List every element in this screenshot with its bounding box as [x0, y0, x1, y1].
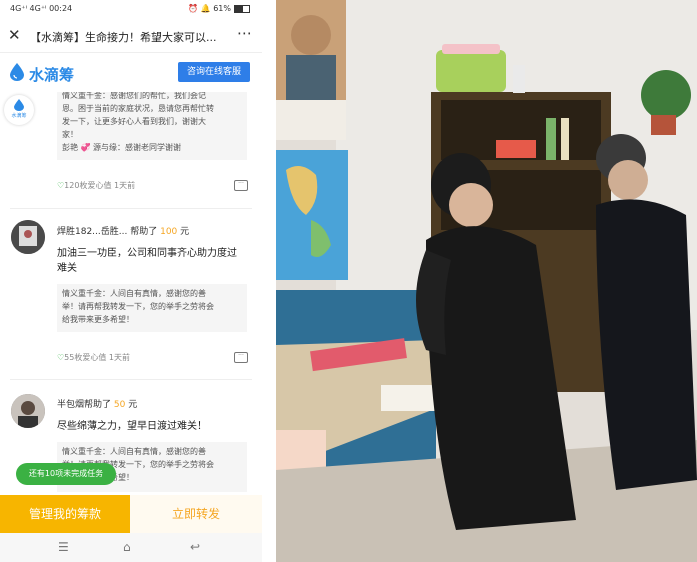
- system-nav-bar: ☰ ⌂ ↩: [0, 533, 262, 562]
- brand-side-badge[interactable]: 水滴筹: [4, 95, 34, 125]
- message-line: 加油三一功臣，公司和同事齐心助力度过: [57, 248, 237, 259]
- donor-name: 焊胜182...岳胜...: [57, 227, 128, 237]
- back-icon[interactable]: ↩: [190, 540, 200, 554]
- quote-line: 彭艳 💞 源与缘：感谢老同学谢谢: [62, 143, 182, 152]
- share-now-button[interactable]: 立即转发: [130, 495, 262, 533]
- status-right: ⏰ 🔔 61%: [188, 4, 250, 13]
- item-meta: ♡55枚爱心值 1天前: [57, 352, 130, 363]
- amount-unit: 元: [180, 227, 190, 237]
- phone-screen: 4G⁺ᴵ 4G⁺ᴵ 00:24 ⏰ 🔔 61% ✕ 【水滴筹】生命接力！希望大家…: [0, 0, 262, 562]
- battery-icon: [234, 4, 250, 13]
- brand-bar: 水滴筹 咨询在线客服: [0, 54, 262, 92]
- donation-photo: [276, 0, 697, 562]
- side-badge-label: 水滴筹: [11, 113, 27, 119]
- divider: [10, 379, 252, 380]
- photo-illustration: [276, 0, 697, 562]
- quote-line: 给我带来更多希望！: [62, 315, 134, 324]
- bottom-action-bar: 管理我的筹款 立即转发: [0, 495, 262, 533]
- time-ago: 1天前: [114, 181, 136, 190]
- status-left: 4G⁺ᴵ 4G⁺ᴵ 00:24: [10, 4, 72, 13]
- quote-line: 恩。困于当前的家庭状况，恳请您再帮忙转: [62, 104, 214, 113]
- signal: 4G⁺ᴵ 4G⁺ᴵ: [10, 4, 47, 13]
- amount-unit: 元: [128, 400, 138, 410]
- water-drop-icon: [10, 63, 24, 81]
- quote-line: 家！: [62, 130, 78, 139]
- manage-fundraising-button[interactable]: 管理我的筹款: [0, 495, 130, 533]
- love-count: 55枚爱心值: [64, 353, 107, 362]
- love-count: 120枚爱心值: [64, 181, 112, 190]
- item-meta: ♡120枚爱心值 1天前: [57, 180, 135, 191]
- donor-line: 焊胜182...岳胜... 帮助了 100 元: [57, 224, 189, 237]
- close-icon[interactable]: ✕: [8, 26, 21, 44]
- status-time: 00:24: [49, 4, 73, 13]
- donation-amount: 50: [113, 400, 126, 410]
- quote-line: 情义重千金：人间自有真情，感谢您的善: [62, 289, 206, 298]
- quote-line: 举！请再帮我转发一下，您的举手之劳将会: [62, 302, 214, 311]
- quote-line: 情义重千金：感谢您们的帮忙，我们会记: [62, 92, 206, 100]
- message-line: 尽些绵薄之力，望早日渡过难关！: [57, 421, 207, 432]
- reply-quote: 情义重千金：感谢您们的帮忙，我们会记 恩。困于当前的家庭状况，恳请您再帮忙转 发…: [57, 92, 247, 160]
- avatar[interactable]: [11, 220, 45, 254]
- divider: [10, 208, 252, 209]
- menu-icon[interactable]: ☰: [58, 540, 69, 554]
- brand-name: 水滴筹: [29, 66, 75, 84]
- quote-line: 情义重千金：人间自有真情，感谢您的善: [62, 447, 206, 456]
- support-feed: 情义重千金：感谢您们的帮忙，我们会记 恩。困于当前的家庭状况，恳请您再帮忙转 发…: [0, 92, 262, 492]
- task-toast[interactable]: 还有10项未完成任务: [16, 463, 116, 485]
- donor-message: 尽些绵薄之力，望早日渡过难关！: [57, 419, 252, 434]
- comment-icon[interactable]: ···: [234, 352, 248, 363]
- page-title: 【水滴筹】生命接力！希望大家可以...: [30, 31, 217, 44]
- avatar[interactable]: [11, 394, 45, 428]
- donor-name: 半包烟帮助了: [57, 400, 112, 410]
- quote-line: 发一下，让更多好心人看到我们，谢谢大: [62, 117, 206, 126]
- donor-line: 半包烟帮助了 50 元: [57, 397, 137, 410]
- online-service-button[interactable]: 咨询在线客服: [178, 62, 250, 82]
- status-icons: ⏰ 🔔 61%: [188, 4, 231, 13]
- donation-amount: 100: [160, 227, 178, 237]
- message-line: 难关: [57, 263, 77, 274]
- water-drop-icon: [14, 99, 24, 111]
- comment-icon[interactable]: ···: [234, 180, 248, 191]
- reply-quote: 情义重千金：人间自有真情，感谢您的善 举！请再帮我转发一下，您的举手之劳将会 给…: [57, 284, 247, 332]
- helped-label: 帮助了: [130, 227, 158, 237]
- time-ago: 1天前: [108, 353, 130, 362]
- more-icon[interactable]: ⋯: [237, 24, 252, 42]
- title-bar: ✕ 【水滴筹】生命接力！希望大家可以... ⋯: [0, 20, 262, 53]
- avatar-image: [11, 220, 45, 254]
- donor-message: 加油三一功臣，公司和同事齐心助力度过 难关: [57, 246, 252, 276]
- avatar-image: [11, 394, 45, 428]
- home-icon[interactable]: ⌂: [123, 540, 131, 554]
- status-bar: 4G⁺ᴵ 4G⁺ᴵ 00:24 ⏰ 🔔 61%: [0, 0, 262, 18]
